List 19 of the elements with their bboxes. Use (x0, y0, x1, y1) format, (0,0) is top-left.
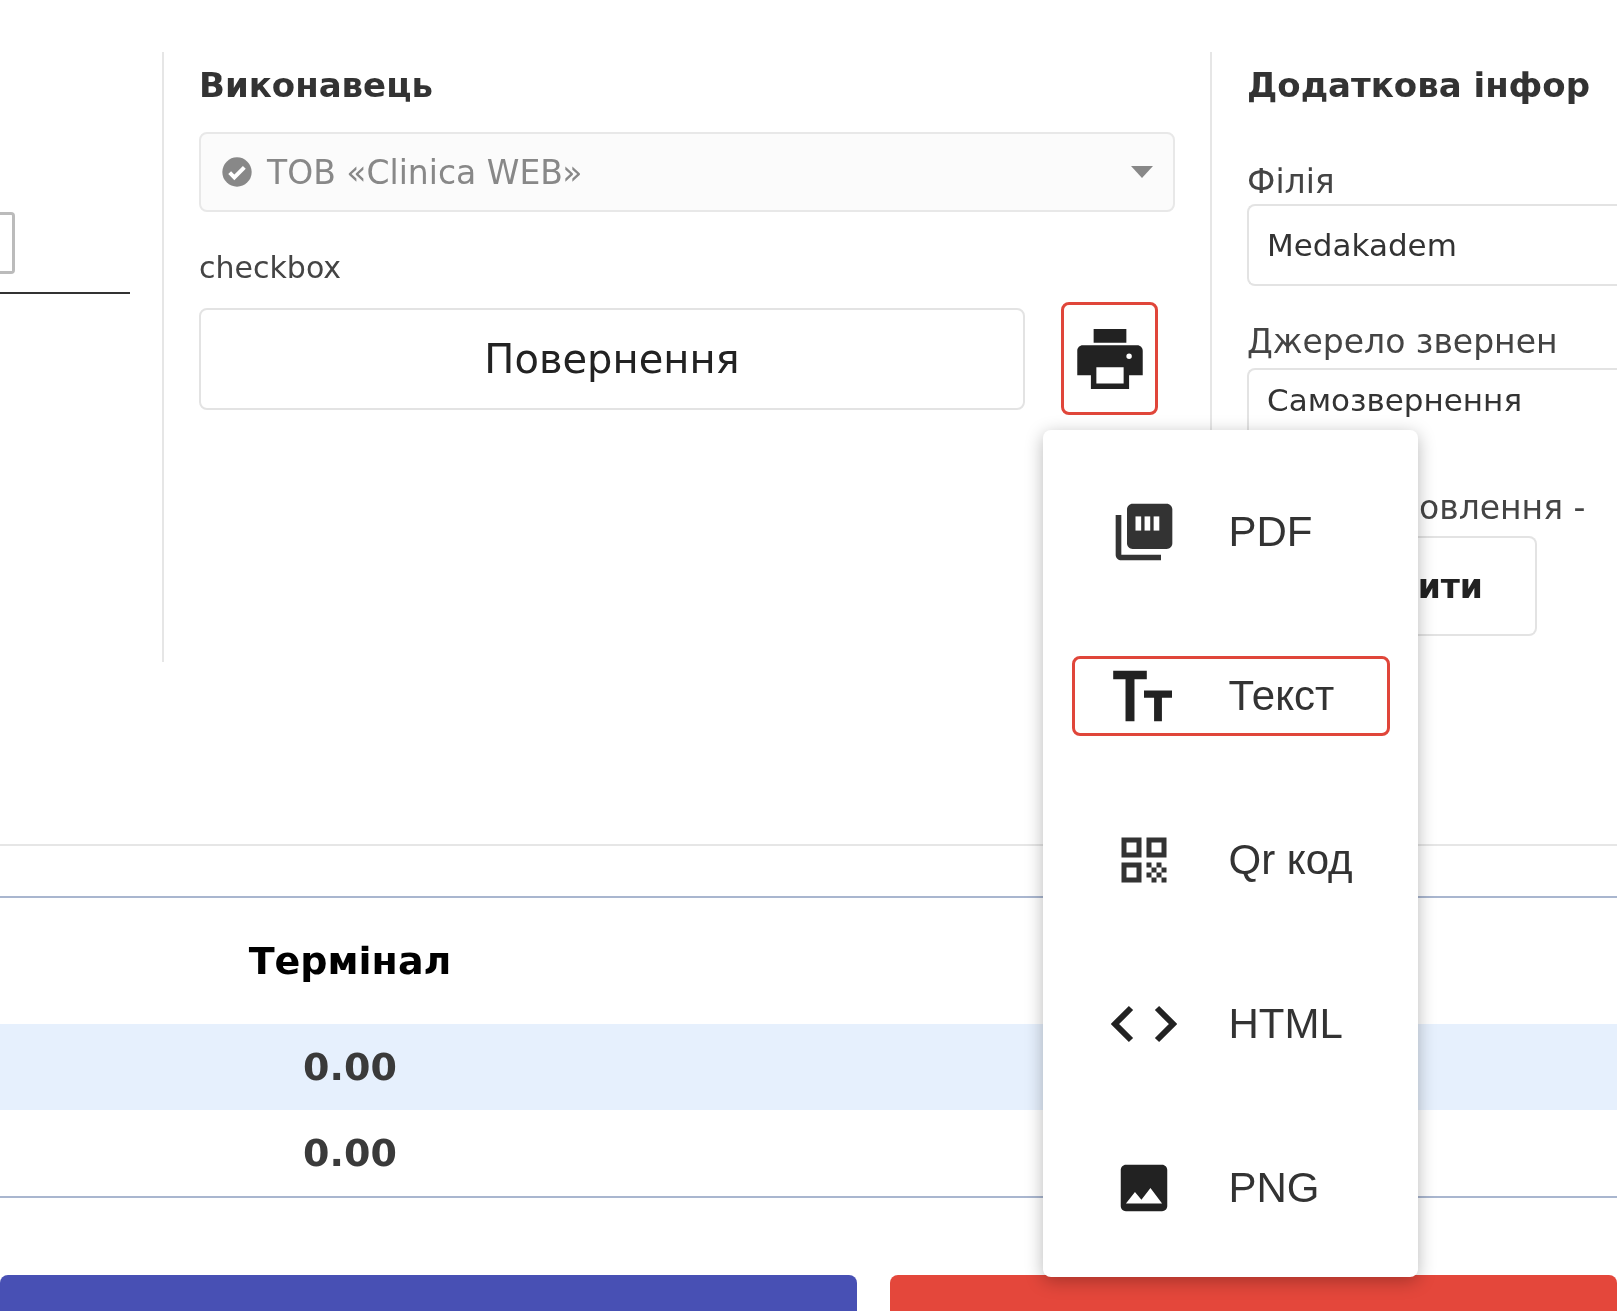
field-label: checkbox (199, 249, 343, 287)
section-heading: Виконавець (199, 64, 434, 107)
section-heading: Додаткова інфор (1247, 64, 1592, 107)
menu-item[interactable]: Текст (1071, 656, 1390, 736)
check-circle-icon (221, 156, 253, 188)
column-header: Термінал (247, 939, 453, 983)
input-field[interactable] (0, 212, 130, 294)
branch-field[interactable]: Medakadem (1247, 204, 1617, 286)
field-label: овлення - (1419, 487, 1587, 529)
printer-icon (1076, 328, 1143, 389)
menu-item[interactable]: PDF (1071, 492, 1390, 572)
table-cell-text: 0.00 (302, 1131, 398, 1175)
menu-item[interactable]: Qr код (1071, 820, 1390, 900)
menu-item[interactable]: PNG (1071, 1148, 1390, 1228)
table-cell-text: 0.00 (302, 1045, 398, 1089)
code-icon (1110, 1004, 1177, 1044)
caret-icon (1131, 166, 1153, 178)
field-label: Філія (1247, 161, 1336, 203)
field-label: Джерело звернен (1247, 321, 1559, 363)
